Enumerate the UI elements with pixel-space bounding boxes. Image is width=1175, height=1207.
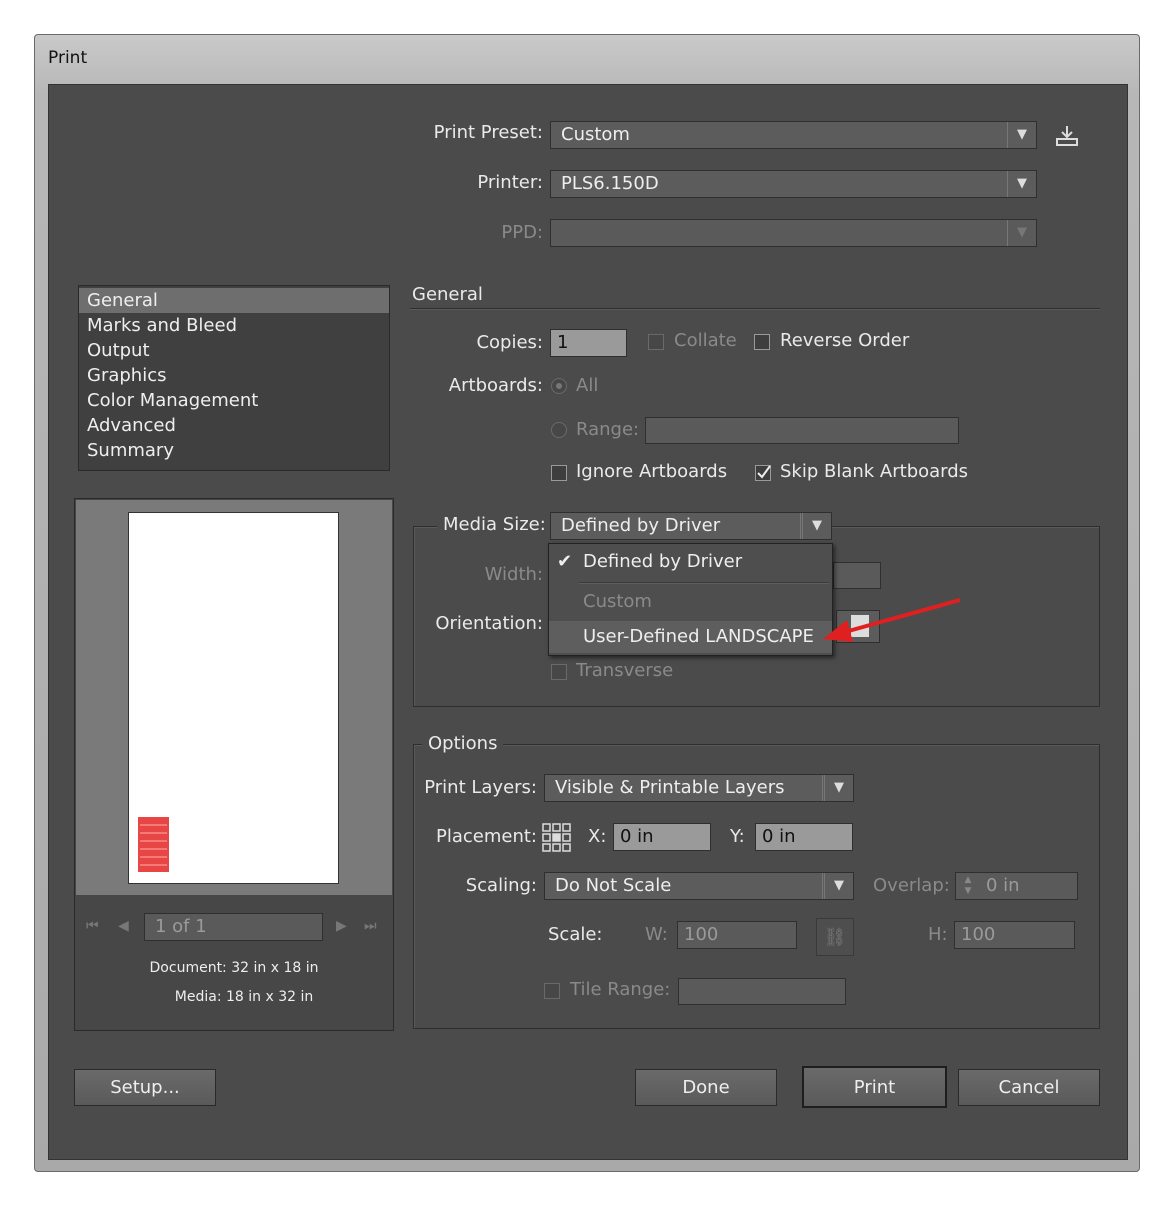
document-size-text: Document: 32 in x 18 in <box>149 960 319 976</box>
general-section-title: General <box>412 284 483 305</box>
h-label: H: <box>928 924 948 945</box>
ignore-artboards-checkbox[interactable] <box>551 465 567 481</box>
printer-dropdown[interactable]: PLS6.150D ▼ <box>550 170 1037 198</box>
menu-item-defined-by-driver[interactable]: ✔ Defined by Driver <box>549 546 832 578</box>
x-label: X: <box>588 826 607 847</box>
options-section-title: Options <box>422 733 504 754</box>
range-input[interactable] <box>645 417 959 444</box>
media-size-text: Media: 18 in x 32 in <box>174 989 314 1005</box>
scale-label: Scale: <box>548 924 603 945</box>
save-preset-icon[interactable] <box>1054 124 1080 148</box>
print-layers-value: Visible & Printable Layers <box>555 777 785 798</box>
width-input[interactable] <box>833 562 881 589</box>
window-title: Print <box>48 48 88 68</box>
tile-range-label: Tile Range: <box>570 979 671 1000</box>
media-size-menu: ✔ Defined by Driver Custom User-Defined … <box>548 543 833 656</box>
chevron-down-icon: ▼ <box>1007 171 1036 197</box>
setup-button[interactable]: Setup... <box>74 1069 216 1106</box>
sidebar-item-marks-and-bleed[interactable]: Marks and Bleed <box>79 313 389 338</box>
chevron-down-icon: ▼ <box>1007 220 1036 246</box>
print-preset-label: Print Preset: <box>433 122 543 143</box>
print-layers-label: Print Layers: <box>424 777 537 798</box>
chevron-down-icon: ▼ <box>800 513 831 539</box>
tile-range-checkbox[interactable] <box>544 983 560 999</box>
tile-range-input[interactable] <box>678 978 846 1005</box>
radio-dot <box>556 383 562 389</box>
sidebar-item-graphics[interactable]: Graphics <box>79 363 389 388</box>
cancel-button[interactable]: Cancel <box>958 1069 1100 1106</box>
chevron-down-icon: ▼ <box>822 873 853 899</box>
last-page-icon[interactable]: ⏭ <box>364 918 377 934</box>
annotation-arrow <box>823 598 961 642</box>
reverse-order-checkbox[interactable] <box>754 334 770 350</box>
menu-item-label: Defined by Driver <box>583 551 743 572</box>
artboards-range-radio[interactable] <box>551 422 567 438</box>
y-input[interactable]: 0 in <box>755 823 853 851</box>
sidebar-item-summary[interactable]: Summary <box>79 438 389 463</box>
y-label: Y: <box>730 826 745 847</box>
media-size-label: Media Size: <box>437 514 552 535</box>
scale-width-input[interactable]: 100 <box>677 921 797 949</box>
overlap-value: 0 in <box>986 875 1020 896</box>
transverse-label: Transverse <box>576 660 674 681</box>
ignore-artboards-label: Ignore Artboards <box>576 461 728 482</box>
transverse-checkbox[interactable] <box>551 664 567 680</box>
scale-height-input[interactable]: 100 <box>954 921 1075 949</box>
chevron-down-icon: ▼ <box>1007 122 1036 148</box>
printer-value: PLS6.150D <box>561 173 659 194</box>
artboards-all-radio[interactable] <box>551 378 567 394</box>
next-page-icon[interactable]: ▶ <box>336 918 347 934</box>
copies-input[interactable]: 1 <box>550 329 627 357</box>
width-label: Width: <box>484 564 543 585</box>
checkmark-icon <box>757 465 771 479</box>
scaling-dropdown[interactable]: Do Not Scale ▼ <box>544 872 854 900</box>
checkmark-icon: ✔ <box>557 551 573 572</box>
section-list: General Marks and Bleed Output Graphics … <box>78 285 390 471</box>
menu-separator <box>579 582 829 583</box>
page-indicator-field[interactable]: 1 of 1 <box>144 913 323 941</box>
sidebar-item-general[interactable]: General <box>79 288 389 313</box>
media-size-dropdown[interactable]: Defined by Driver ▼ <box>550 512 832 540</box>
link-constrain-icon[interactable]: ⛓ <box>816 918 854 956</box>
placement-label: Placement: <box>436 826 537 847</box>
printer-label: Printer: <box>477 172 543 193</box>
artboards-all-label: All <box>576 375 599 396</box>
x-input[interactable]: 0 in <box>613 823 711 851</box>
ppd-dropdown[interactable]: ▼ <box>550 219 1037 247</box>
range-label: Range: <box>576 419 640 440</box>
menu-item-user-defined-landscape[interactable]: User-Defined LANDSCAPE <box>549 621 832 653</box>
ppd-label: PPD: <box>501 222 543 243</box>
previous-page-icon[interactable]: ◀ <box>118 918 129 934</box>
collate-label: Collate <box>674 330 737 351</box>
overlap-input[interactable]: ▲ ▼ 0 in <box>955 872 1078 900</box>
reverse-order-label: Reverse Order <box>780 330 910 351</box>
skip-blank-artboards-label: Skip Blank Artboards <box>780 461 969 482</box>
section-divider <box>410 308 1100 309</box>
print-button[interactable]: Print <box>802 1066 947 1108</box>
first-page-icon[interactable]: ⏮ <box>86 918 99 934</box>
artboards-label: Artboards: <box>448 375 543 396</box>
chevron-down-icon: ▼ <box>822 775 853 801</box>
scaling-label: Scaling: <box>465 875 537 896</box>
collate-checkbox[interactable] <box>648 334 664 350</box>
orientation-label: Orientation: <box>435 613 543 634</box>
skip-blank-artboards-checkbox[interactable] <box>755 465 771 481</box>
sidebar-item-advanced[interactable]: Advanced <box>79 413 389 438</box>
print-preset-dropdown[interactable]: Custom ▼ <box>550 121 1037 149</box>
copies-label: Copies: <box>476 332 543 353</box>
artwork-thumbnail <box>138 817 169 872</box>
menu-item-custom[interactable]: Custom <box>549 586 832 618</box>
stepper-icon[interactable]: ▲ ▼ <box>958 875 978 897</box>
print-layers-dropdown[interactable]: Visible & Printable Layers ▼ <box>544 774 854 802</box>
w-label: W: <box>645 924 668 945</box>
overlap-label: Overlap: <box>873 875 950 896</box>
media-size-value: Defined by Driver <box>561 515 721 536</box>
sidebar-item-output[interactable]: Output <box>79 338 389 363</box>
sidebar-item-color-management[interactable]: Color Management <box>79 388 389 413</box>
print-preset-value: Custom <box>561 124 630 145</box>
done-button[interactable]: Done <box>635 1069 777 1106</box>
placement-grid-icon[interactable] <box>541 822 573 854</box>
scaling-value: Do Not Scale <box>555 875 672 896</box>
